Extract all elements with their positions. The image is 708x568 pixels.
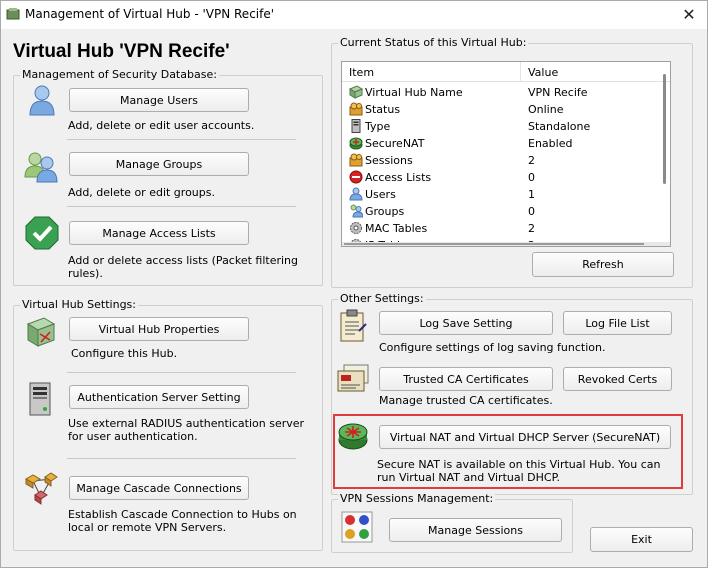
log-save-description: Configure settings of log saving functio…: [379, 341, 606, 354]
other-settings-legend: Other Settings:: [338, 292, 426, 305]
user-icon: [29, 85, 55, 116]
securenat-highlight: [333, 414, 683, 489]
separator: [67, 206, 296, 207]
trusted-ca-description: Manage trusted CA certificates.: [379, 394, 553, 407]
trusted-ca-certificates-button[interactable]: Trusted CA Certificates: [379, 367, 553, 391]
hub-properties-description: Configure this Hub.: [71, 347, 178, 360]
app-icon: [6, 8, 20, 20]
user-icon: [349, 187, 363, 201]
manage-access-lists-description: Add or delete access lists (Packet filte…: [68, 254, 299, 280]
manage-cascade-connections-button[interactable]: Manage Cascade Connections: [69, 476, 249, 500]
gear-icon: [350, 222, 362, 234]
hub-settings-legend: Virtual Hub Settings:: [20, 298, 138, 311]
shield-check-icon: [25, 216, 59, 250]
table-row[interactable]: Status Online: [342, 101, 662, 118]
row-item: Users: [365, 188, 396, 201]
row-item: MAC Tables: [365, 222, 428, 235]
sessions-icon: [341, 511, 373, 543]
cascade-description: Establish Cascade Connection to Hubs on …: [68, 508, 297, 534]
certificate-icon: [337, 364, 369, 392]
log-file-list-button[interactable]: Log File List: [563, 311, 672, 335]
row-value: 0: [528, 205, 535, 218]
status-table-header: Item Value: [342, 62, 670, 82]
sessions-management-legend: VPN Sessions Management:: [338, 492, 496, 505]
manage-groups-button[interactable]: Manage Groups: [69, 152, 249, 176]
row-value: 2: [528, 154, 535, 167]
separator: [67, 139, 296, 140]
log-save-setting-button[interactable]: Log Save Setting: [379, 311, 553, 335]
page-title: Virtual Hub 'VPN Recife': [13, 41, 230, 62]
row-item: SecureNAT: [365, 137, 425, 150]
row-item: Access Lists: [365, 171, 432, 184]
row-value: 2: [528, 222, 535, 235]
exit-button[interactable]: Exit: [590, 527, 693, 552]
title-bar[interactable]: Management of Virtual Hub - 'VPN Recife'…: [1, 1, 707, 29]
row-item: Status: [365, 103, 401, 116]
table-row[interactable]: Virtual Hub Name VPN Recife: [342, 84, 662, 101]
row-value: VPN Recife: [528, 86, 588, 99]
manage-users-button[interactable]: Manage Users: [69, 88, 249, 112]
server-icon: [351, 119, 361, 133]
security-database-legend: Management of Security Database:: [20, 68, 219, 81]
status-icon: [349, 102, 363, 116]
clipboard-icon: [340, 309, 367, 342]
horizontal-scrollbar[interactable]: [342, 242, 670, 246]
row-item: Sessions: [365, 154, 413, 167]
window-title: Management of Virtual Hub - 'VPN Recife': [25, 7, 275, 21]
hub-properties-icon: [26, 317, 56, 347]
group-icon: [24, 152, 58, 183]
table-row[interactable]: Type Standalone: [342, 118, 662, 135]
table-row[interactable]: MAC Tables 2: [342, 220, 662, 237]
current-status-legend: Current Status of this Virtual Hub:: [338, 36, 529, 49]
status-table[interactable]: Item Value Virtual Hub Name VPN Recife S…: [341, 61, 671, 247]
row-value: 0: [528, 171, 535, 184]
group-icon: [350, 204, 363, 218]
cascade-icon: [24, 472, 58, 505]
row-item: Groups: [365, 205, 405, 218]
row-value: Standalone: [528, 120, 591, 133]
separator: [67, 372, 296, 373]
sessions-icon: [349, 153, 363, 167]
revoked-certs-button[interactable]: Revoked Certs: [563, 367, 672, 391]
manage-access-lists-button[interactable]: Manage Access Lists: [69, 221, 249, 245]
row-value: Online: [528, 103, 564, 116]
router-icon: [349, 137, 363, 150]
horizontal-scrollbar-thumb[interactable]: [344, 243, 644, 245]
row-item: Type: [365, 120, 391, 133]
authentication-server-description: Use external RADIUS authentication serve…: [68, 417, 305, 443]
manage-groups-description: Add, delete or edit groups.: [68, 186, 215, 199]
separator: [67, 458, 296, 459]
column-header-item[interactable]: Item: [349, 66, 374, 79]
table-row[interactable]: Sessions 2: [342, 152, 662, 169]
close-button[interactable]: ✕: [671, 1, 707, 29]
hub-icon: [349, 85, 363, 99]
access-list-icon: [349, 170, 363, 184]
table-row[interactable]: Access Lists 0: [342, 169, 662, 186]
column-divider[interactable]: [520, 62, 521, 82]
hub-management-window: Management of Virtual Hub - 'VPN Recife'…: [0, 0, 708, 568]
table-row[interactable]: Groups 0: [342, 203, 662, 220]
manage-sessions-button[interactable]: Manage Sessions: [389, 518, 562, 542]
row-item: Virtual Hub Name: [365, 86, 463, 99]
row-value: 1: [528, 188, 535, 201]
authentication-server-button[interactable]: Authentication Server Setting: [69, 385, 249, 409]
row-value: Enabled: [528, 137, 573, 150]
vertical-scrollbar[interactable]: [663, 74, 666, 184]
refresh-button[interactable]: Refresh: [532, 252, 674, 277]
server-icon: [29, 382, 51, 416]
table-row[interactable]: Users 1: [342, 186, 662, 203]
column-header-value[interactable]: Value: [528, 66, 558, 79]
table-row[interactable]: SecureNAT Enabled: [342, 135, 662, 152]
manage-users-description: Add, delete or edit user accounts.: [68, 119, 255, 132]
hub-properties-button[interactable]: Virtual Hub Properties: [69, 317, 249, 341]
